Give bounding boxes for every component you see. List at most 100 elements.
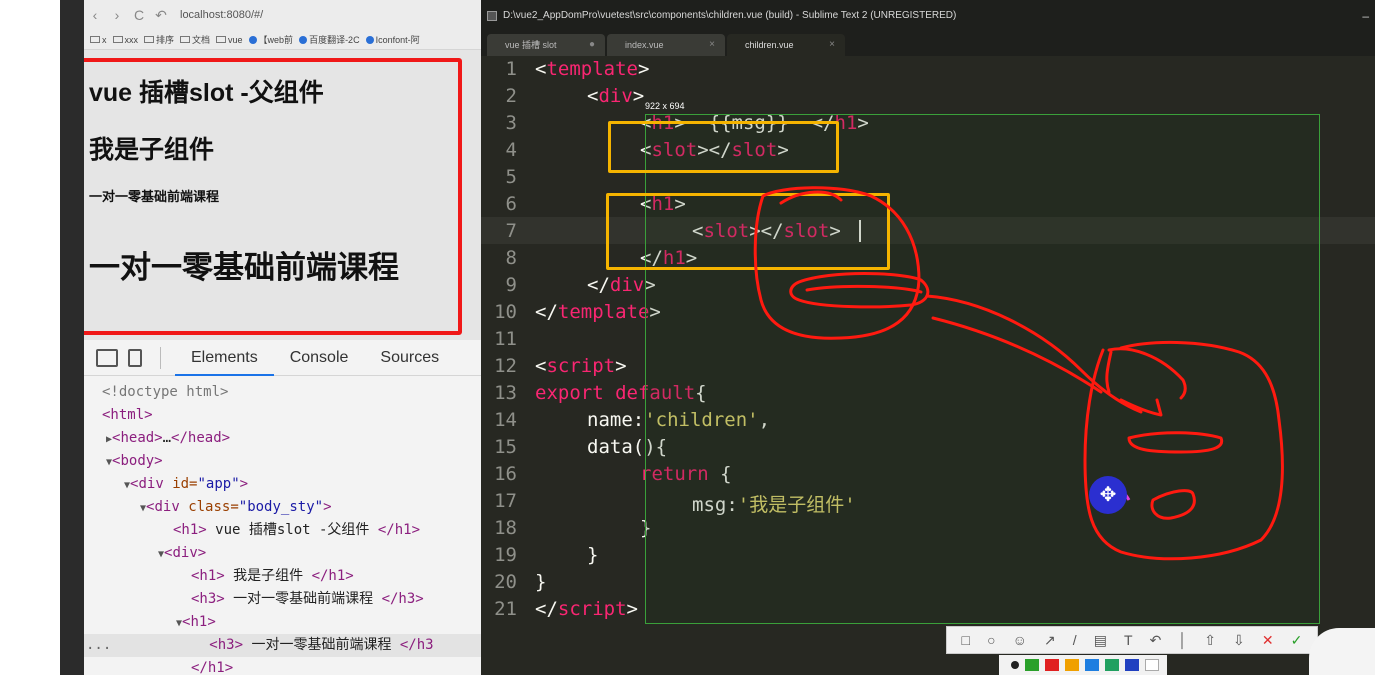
browser-window: ‹ › C ↶ localhost:8080/#/ x xxx 排序 文档 vu…	[84, 0, 481, 675]
devtools-tab-bar: Elements Console Sources	[84, 340, 481, 376]
dom-node[interactable]: <!doctype html>	[102, 381, 228, 404]
more-icon[interactable]: ...	[86, 637, 111, 653]
reload-icon[interactable]: C	[128, 7, 150, 23]
dom-node[interactable]: <h3> 一对一零基础前端课程 </h3>	[191, 588, 424, 611]
node-text: 我是子组件	[224, 568, 312, 584]
editor-window: D:\vue2_AppDomPro\vuetest\src\components…	[481, 0, 1375, 675]
tag-text: <h1>	[173, 522, 207, 538]
undo-icon[interactable]: ↶	[1150, 632, 1162, 649]
dom-node-selected[interactable]: ... <h3> 一对一零基础前端课程 </h3	[84, 634, 481, 657]
url-field[interactable]: localhost:8080/#/	[180, 9, 263, 21]
dom-node[interactable]: <h1> vue 插槽slot -父组件 </h1>	[173, 519, 420, 542]
mascot-avatar	[1309, 628, 1375, 675]
tag-text: </head>	[171, 430, 231, 446]
node-text: 一对一零基础前端课程	[243, 637, 400, 653]
back-icon[interactable]: ‹	[84, 7, 106, 23]
bookmark-label: x	[102, 34, 107, 45]
dom-node[interactable]: ▼<div class="body_sty">	[140, 496, 332, 519]
dom-node[interactable]: ▼<body>	[106, 450, 163, 473]
tag-text: <h3>	[191, 591, 225, 607]
tag-text: <h3>	[209, 637, 244, 653]
bookmark-item[interactable]: vue	[216, 35, 243, 45]
tag-text: <h1>	[182, 614, 216, 630]
share-icon[interactable]: ⇧	[1204, 632, 1216, 649]
left-frame-strip	[60, 0, 84, 675]
tag-text: <html>	[102, 407, 153, 423]
device-toggle-icon[interactable]	[128, 348, 142, 367]
folder-icon	[180, 36, 191, 43]
folder-icon	[112, 36, 123, 43]
node-text: 一对一零基础前端课程	[224, 591, 382, 607]
address-bar: ‹ › C ↶ localhost:8080/#/	[84, 0, 481, 30]
folder-icon	[216, 36, 227, 43]
bookmark-item[interactable]: Iconfont-阿	[365, 33, 420, 46]
dom-node[interactable]: </h1>	[191, 657, 233, 675]
undo-icon[interactable]: ↶	[150, 7, 172, 24]
move-cursor-icon: ✥	[1099, 484, 1117, 506]
confirm-icon[interactable]: ✓	[1291, 632, 1303, 649]
iconfont-icon	[365, 35, 374, 44]
tag-text: <head>	[112, 430, 163, 446]
translate-icon	[299, 35, 308, 44]
color-palette	[999, 655, 1167, 675]
page-heading-course: 一对一零基础前端课程	[89, 250, 399, 285]
bookmark-item[interactable]: x	[90, 35, 107, 45]
devtools-panel: Elements Console Sources <!doctype html>…	[84, 340, 481, 675]
collapsed-text: …	[162, 430, 172, 446]
color-swatch[interactable]	[1145, 659, 1159, 671]
tab-console[interactable]: Console	[274, 340, 365, 376]
bookmark-item[interactable]: 百度翻译-2C	[299, 33, 360, 46]
tag-text: >	[239, 476, 249, 492]
dom-node[interactable]: <h1> 我是子组件 </h1>	[191, 565, 354, 588]
color-swatch[interactable]	[1125, 659, 1139, 671]
forward-icon[interactable]: ›	[106, 7, 128, 23]
tab-sources[interactable]: Sources	[364, 340, 455, 376]
download-icon[interactable]: ⇩	[1233, 632, 1245, 649]
red-annotation-drawing	[753, 186, 1284, 561]
page-heading-parent: vue 插槽slot -父组件	[89, 79, 324, 107]
tag-text: </h1>	[191, 660, 234, 675]
dom-node[interactable]: ▶<head>…</head>	[106, 427, 230, 450]
doctype-text: <!doctype html>	[102, 384, 229, 400]
color-swatch[interactable]	[1065, 659, 1079, 671]
color-swatch[interactable]	[1045, 659, 1059, 671]
toolbar-divider: │	[1178, 632, 1188, 648]
dom-node[interactable]: ▼<div id="app">	[124, 473, 248, 496]
mosaic-tool-icon[interactable]: ▤	[1094, 632, 1107, 649]
tag-text: >	[323, 499, 332, 515]
bookmark-label: Iconfont-阿	[375, 35, 420, 45]
tag-text: <div	[130, 476, 173, 492]
dom-node[interactable]: ▼<div>	[158, 542, 206, 565]
bookmark-item[interactable]: 文档	[180, 33, 210, 46]
ellipse-tool-icon[interactable]: ○	[987, 632, 995, 648]
capture-toolbar: □ ○ ☺ ↗ / ▤ T ↶ │ ⇧ ⇩ ✕ ✓	[946, 626, 1318, 654]
bookmark-item[interactable]: 排序	[144, 33, 174, 46]
cancel-icon[interactable]: ✕	[1262, 632, 1274, 649]
color-swatch[interactable]	[1025, 659, 1039, 671]
tag-text: <body>	[112, 453, 163, 469]
screen: ‹ › C ↶ localhost:8080/#/ x xxx 排序 文档 vu…	[0, 0, 1375, 675]
attr-name: class=	[188, 499, 239, 515]
attr-name: id=	[172, 476, 198, 492]
emoji-tool-icon[interactable]: ☺	[1013, 632, 1027, 648]
attr-value: "body_sty"	[238, 499, 324, 515]
arrow-tool-icon[interactable]: ↗	[1044, 632, 1056, 649]
rectangle-tool-icon[interactable]: □	[962, 632, 970, 648]
color-swatch[interactable]	[1085, 659, 1099, 671]
color-swatch[interactable]	[1105, 659, 1119, 671]
bookmark-label: 百度翻译-2C	[309, 35, 360, 45]
inspect-icon[interactable]	[96, 348, 118, 367]
bookmark-item[interactable]: xxx	[112, 35, 138, 45]
tag-text: </h3	[399, 637, 434, 653]
color-swatch[interactable]	[1011, 661, 1019, 669]
tag-text: <div	[146, 499, 189, 515]
pen-tool-icon[interactable]: /	[1073, 632, 1077, 648]
dom-node[interactable]: <html>	[102, 404, 153, 427]
bookmark-label: 文档	[192, 35, 211, 45]
dom-node[interactable]: ▼<h1>	[176, 611, 216, 634]
bookmarks-bar: x xxx 排序 文档 vue 【web前 百度翻译-2C Iconfont-阿	[84, 30, 481, 50]
tab-elements[interactable]: Elements	[175, 340, 274, 376]
tag-text: <h1>	[191, 568, 225, 584]
bookmark-item[interactable]: 【web前	[248, 33, 293, 46]
text-tool-icon[interactable]: T	[1124, 632, 1133, 648]
